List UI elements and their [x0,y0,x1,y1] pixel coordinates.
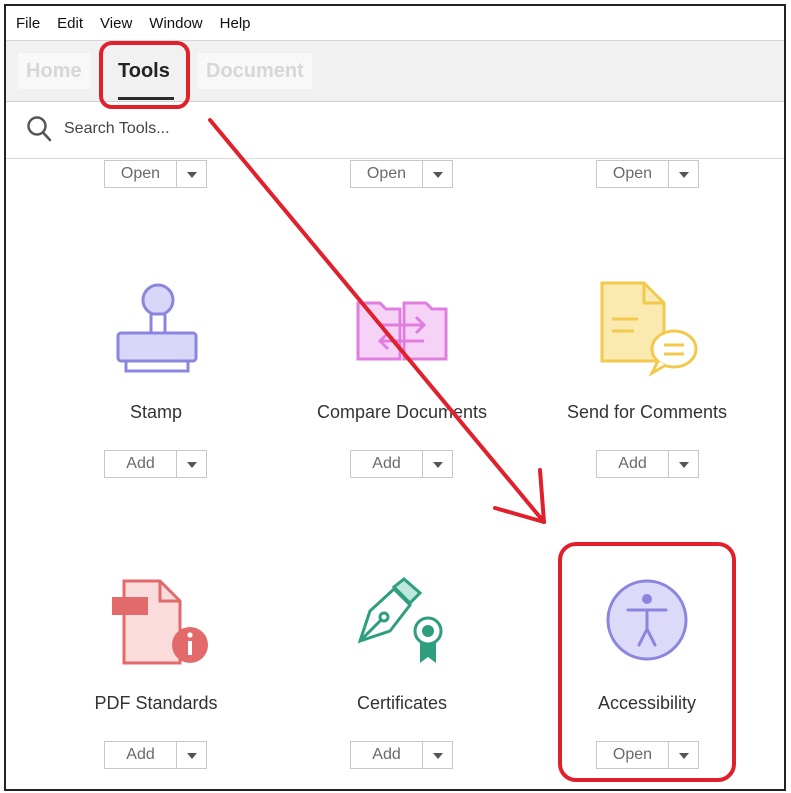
tool-name-accessibility[interactable]: Accessibility [582,693,712,714]
send-for-comments-icon[interactable] [598,279,700,379]
search-input[interactable] [64,117,264,141]
stamp-icon[interactable] [112,281,198,377]
add-split-button[interactable]: Add [350,741,453,769]
active-tab-indicator [118,97,174,100]
dropdown-arrow-icon[interactable] [177,161,206,187]
add-button[interactable]: Add [351,451,423,477]
accessibility-icon[interactable] [604,577,690,663]
menu-window[interactable]: Window [149,15,202,32]
open-button[interactable]: Open [105,161,177,187]
open-button[interactable]: Open [351,161,423,187]
menu-help[interactable]: Help [220,15,251,32]
dropdown-arrow-icon[interactable] [423,161,452,187]
add-split-button[interactable]: Add [350,450,453,478]
search-icon [27,116,52,142]
tab-bar: Home Tools Document [6,41,784,102]
dropdown-arrow-icon[interactable] [669,742,698,768]
open-split-button[interactable]: Open [104,160,207,188]
certificates-icon[interactable] [354,575,450,669]
menu-bar: File Edit View Window Help [6,6,784,41]
tool-name-compare-documents[interactable]: Compare Documents [302,402,502,423]
menu-view[interactable]: View [100,15,132,32]
open-split-button[interactable]: Open [596,741,699,769]
tool-name-certificates[interactable]: Certificates [336,693,468,714]
tool-name-send-for-comments[interactable]: Send for Comments [552,402,742,423]
tab-tools[interactable]: Tools [110,53,178,89]
tab-document[interactable]: Document [198,53,312,89]
add-split-button[interactable]: Add [104,741,207,769]
menu-file[interactable]: File [16,15,40,32]
open-split-button[interactable]: Open [596,160,699,188]
dropdown-arrow-icon[interactable] [423,742,452,768]
menu-edit[interactable]: Edit [57,15,83,32]
dropdown-arrow-icon[interactable] [669,161,698,187]
add-button[interactable]: Add [351,742,423,768]
open-button[interactable]: Open [597,742,669,768]
app-window: File Edit View Window Help Home Tools Do… [4,4,786,791]
add-button[interactable]: Add [105,451,177,477]
pdf-standards-icon[interactable] [110,577,212,669]
add-button[interactable]: Add [597,451,669,477]
search-bar [6,102,784,159]
tool-name-pdf-standards[interactable]: PDF Standards [86,693,226,714]
add-button[interactable]: Add [105,742,177,768]
add-split-button[interactable]: Add [596,450,699,478]
open-button[interactable]: Open [597,161,669,187]
tab-home[interactable]: Home [18,53,90,89]
add-split-button[interactable]: Add [104,450,207,478]
dropdown-arrow-icon[interactable] [423,451,452,477]
open-split-button[interactable]: Open [350,160,453,188]
compare-documents-icon[interactable] [354,297,450,363]
dropdown-arrow-icon[interactable] [177,451,206,477]
tool-name-stamp[interactable]: Stamp [96,402,216,423]
dropdown-arrow-icon[interactable] [669,451,698,477]
tools-grid: Open Open Open Stamp Add Compare Documen… [6,159,784,789]
dropdown-arrow-icon[interactable] [177,742,206,768]
